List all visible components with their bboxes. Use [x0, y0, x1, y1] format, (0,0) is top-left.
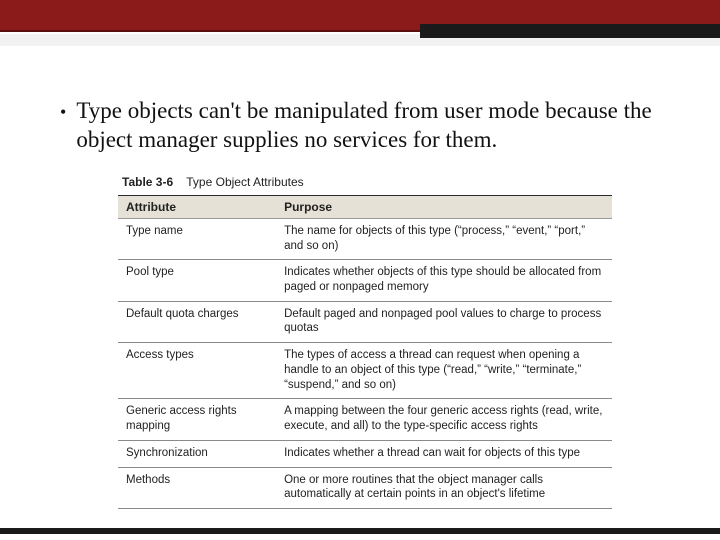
table-row: Type name The name for objects of this t… — [118, 218, 612, 259]
bullet-dot-icon: • — [60, 96, 66, 126]
bullet-item: • Type objects can't be manipulated from… — [60, 96, 660, 155]
table-row: Generic access rights mapping A mapping … — [118, 399, 612, 440]
table-caption-number: Table 3-6 — [122, 175, 173, 189]
cell-purpose: One or more routines that the object man… — [276, 467, 612, 508]
banner-stripe-faint — [0, 34, 720, 46]
attributes-table: Attribute Purpose Type name The name for… — [118, 195, 612, 509]
table-header-attribute: Attribute — [118, 195, 276, 218]
cell-attribute: Type name — [118, 218, 276, 259]
cell-purpose: Default paged and nonpaged pool values t… — [276, 301, 612, 342]
slide-content: • Type objects can't be manipulated from… — [0, 56, 720, 509]
cell-attribute: Default quota charges — [118, 301, 276, 342]
cell-attribute: Methods — [118, 467, 276, 508]
cell-purpose: The name for objects of this type (“proc… — [276, 218, 612, 259]
slide-footer-bar — [0, 528, 720, 534]
cell-purpose: Indicates whether a thread can wait for … — [276, 440, 612, 467]
cell-attribute: Generic access rights mapping — [118, 399, 276, 440]
cell-purpose: Indicates whether objects of this type s… — [276, 260, 612, 301]
table-caption: Table 3-6 Type Object Attributes — [122, 175, 612, 189]
table-row: Methods One or more routines that the ob… — [118, 467, 612, 508]
table-header-row: Attribute Purpose — [118, 195, 612, 218]
cell-attribute: Pool type — [118, 260, 276, 301]
table-row: Access types The types of access a threa… — [118, 343, 612, 399]
table-row: Pool type Indicates whether objects of t… — [118, 260, 612, 301]
cell-purpose: A mapping between the four generic acces… — [276, 399, 612, 440]
cell-attribute: Synchronization — [118, 440, 276, 467]
table-header-purpose: Purpose — [276, 195, 612, 218]
table-row: Synchronization Indicates whether a thre… — [118, 440, 612, 467]
cell-attribute: Access types — [118, 343, 276, 399]
table-container: Table 3-6 Type Object Attributes Attribu… — [118, 175, 612, 509]
slide-banner — [0, 0, 720, 56]
table-caption-title: Type Object Attributes — [186, 175, 303, 189]
bullet-text: Type objects can't be manipulated from u… — [76, 96, 660, 155]
slide: • Type objects can't be manipulated from… — [0, 0, 720, 540]
cell-purpose: The types of access a thread can request… — [276, 343, 612, 399]
table-row: Default quota charges Default paged and … — [118, 301, 612, 342]
